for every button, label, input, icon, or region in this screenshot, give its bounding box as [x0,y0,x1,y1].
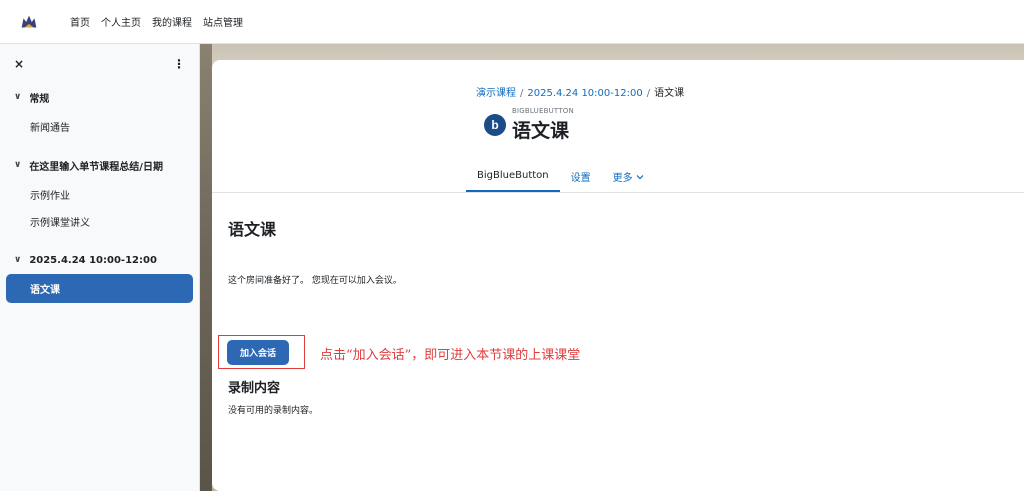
sidebar-item-chinese-class[interactable]: 语文课 [6,274,193,303]
bigbluebutton-icon: b [484,114,506,136]
top-navbar: 首页 个人主页 我的课程 站点管理 [0,0,1024,44]
sidebar-item-assignment[interactable]: 示例作业 [0,181,199,208]
primary-navigation: 首页 个人主页 我的课程 站点管理 [70,14,254,29]
page-title: 语文课 [512,120,570,142]
breadcrumb-section[interactable]: 2025.4.24 10:00-12:00 [527,88,642,99]
tab-bigbluebutton[interactable]: BigBlueButton [466,160,560,193]
module-type-label: BIGBLUEBUTTON [512,107,574,115]
section-title: 常规 [29,93,50,105]
close-drawer-icon[interactable]: × [14,57,24,71]
nav-home[interactable]: 首页 [70,14,90,29]
moodle-logo-icon[interactable] [18,11,40,33]
chevron-down-icon[interactable]: ∨ [14,160,21,170]
breadcrumb-course[interactable]: 演示课程 [476,88,516,99]
secondary-navigation: BigBlueButton 设置 更多 [466,160,655,193]
recordings-empty-text: 没有可用的录制内容。 [228,406,319,416]
main-content-card: 演示课程/2025.4.24 10:00-12:00/语文课 b BIGBLUE… [212,60,1024,491]
tab-more[interactable]: 更多 [602,160,655,193]
drawer-header: × ⋮ [0,44,199,84]
tab-more-label: 更多 [612,173,633,184]
section-title: 在这里输入单节课程总结/日期 [29,161,163,173]
drawer-menu-icon[interactable]: ⋮ [173,57,185,71]
room-status-text: 这个房间准备好了。 您现在可以加入会议。 [228,276,402,286]
activity-heading: 语文课 [228,220,277,239]
nav-dashboard[interactable]: 个人主页 [101,14,141,29]
course-index-drawer: × ⋮ ∨ 常规 新闻通告 ∨ 在这里输入单节课程总结/日期 示例作业 示例课堂… [0,44,200,491]
chevron-down-icon [636,174,644,179]
sidebar-item-handout[interactable]: 示例课堂讲义 [0,208,199,235]
tabs-divider [212,192,1024,193]
breadcrumb-separator: / [520,88,524,99]
chevron-down-icon[interactable]: ∨ [14,92,21,102]
sidebar-item-news[interactable]: 新闻通告 [0,113,199,140]
join-session-button[interactable]: 加入会话 [227,340,289,365]
bigbluebutton-icon-letter: b [491,118,499,132]
instruction-annotation: 点击“加入会话”，即可进入本节课的上课课堂 [320,348,581,363]
tab-settings[interactable]: 设置 [560,160,602,193]
background-edge [200,44,212,491]
breadcrumb-separator: / [646,88,651,99]
recordings-heading: 录制内容 [228,381,281,396]
nav-my-courses[interactable]: 我的课程 [152,14,192,29]
breadcrumb: 演示课程/2025.4.24 10:00-12:00/语文课 [476,84,684,99]
nav-site-admin[interactable]: 站点管理 [203,14,243,29]
breadcrumb-current: 语文课 [654,88,685,99]
chevron-down-icon[interactable]: ∨ [14,255,21,265]
section-general[interactable]: ∨ 常规 [0,84,199,110]
section-date[interactable]: ∨ 2025.4.24 10:00-12:00 [0,247,199,273]
section-summary[interactable]: ∨ 在这里输入单节课程总结/日期 [0,152,199,178]
section-title: 2025.4.24 10:00-12:00 [29,254,157,266]
